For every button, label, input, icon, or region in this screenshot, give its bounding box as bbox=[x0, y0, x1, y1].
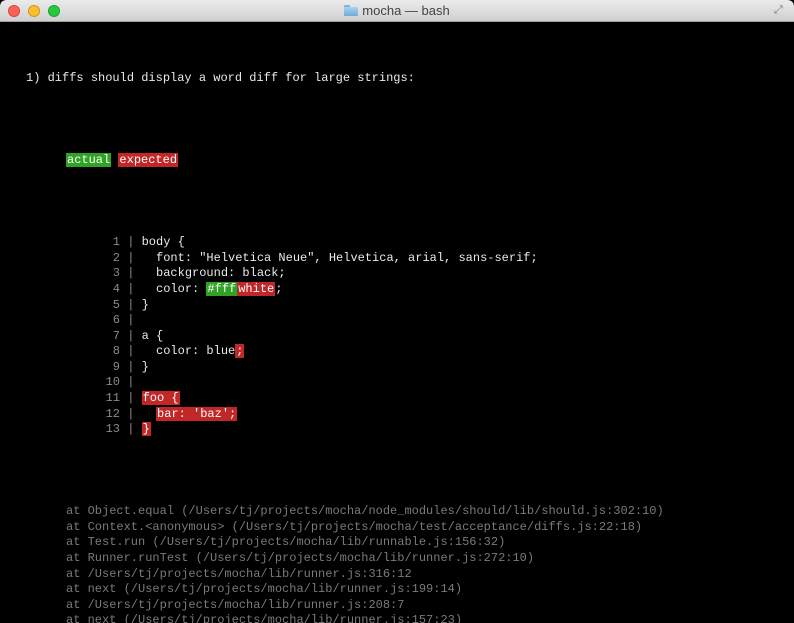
close-button[interactable] bbox=[8, 5, 20, 17]
stack-frame: at Context.<anonymous> (/Users/tj/projec… bbox=[4, 520, 790, 536]
diff-segment: ; bbox=[235, 344, 244, 358]
diff-line: 3 | background: black; bbox=[4, 266, 790, 282]
terminal-output[interactable]: 1) diffs should display a word diff for … bbox=[0, 22, 794, 623]
diff-line: 13 | } bbox=[4, 422, 790, 438]
diff-segment: ; bbox=[275, 282, 282, 296]
stack-trace: at Object.equal (/Users/tj/projects/moch… bbox=[4, 504, 790, 623]
diff-line: 1 | body { bbox=[4, 235, 790, 251]
stack-frame: at /Users/tj/projects/mocha/lib/runner.j… bbox=[4, 567, 790, 583]
diff-line: 5 | } bbox=[4, 298, 790, 314]
stack-frame: at next (/Users/tj/projects/mocha/lib/ru… bbox=[4, 582, 790, 598]
test-header: 1) diffs should display a word diff for … bbox=[4, 71, 790, 87]
diff-pipe: | bbox=[120, 282, 134, 296]
diff-segment: color: bbox=[134, 282, 206, 296]
diff-segment: } bbox=[142, 422, 151, 436]
titlebar: mocha — bash ⤢ bbox=[0, 0, 794, 22]
line-number: 13 bbox=[92, 422, 120, 438]
diff-line: 4 | color: #fffwhite; bbox=[4, 282, 790, 298]
stack-frame: at Test.run (/Users/tj/projects/mocha/li… bbox=[4, 535, 790, 551]
zoom-button[interactable] bbox=[48, 5, 60, 17]
diff-legend: actual expected bbox=[4, 153, 790, 169]
diff-segment: } bbox=[134, 298, 148, 312]
diff-segment bbox=[134, 407, 156, 421]
diff-line: 6 | bbox=[4, 313, 790, 329]
diff-segment bbox=[134, 391, 141, 405]
window-title-text: mocha — bash bbox=[362, 3, 449, 18]
stack-frame: at Object.equal (/Users/tj/projects/moch… bbox=[4, 504, 790, 520]
diff-segment: #fff bbox=[206, 282, 237, 296]
line-number: 8 bbox=[92, 344, 120, 360]
diff-pipe: | bbox=[120, 375, 134, 389]
diff-segment bbox=[134, 422, 141, 436]
diff-pipe: | bbox=[120, 407, 134, 421]
terminal-window: mocha — bash ⤢ 1) diffs should display a… bbox=[0, 0, 794, 623]
line-number: 1 bbox=[92, 235, 120, 251]
diff-pipe: | bbox=[120, 298, 134, 312]
diff-line: 2 | font: "Helvetica Neue", Helvetica, a… bbox=[4, 251, 790, 267]
diff-line: 11 | foo { bbox=[4, 391, 790, 407]
test-number: 1) bbox=[26, 71, 40, 85]
diff-line: 10 | bbox=[4, 375, 790, 391]
line-number: 9 bbox=[92, 360, 120, 376]
diff-segment: color: blue bbox=[134, 344, 235, 358]
diff-pipe: | bbox=[120, 329, 134, 343]
line-number: 6 bbox=[92, 313, 120, 329]
diff-line: 8 | color: blue; bbox=[4, 344, 790, 360]
line-number: 10 bbox=[92, 375, 120, 391]
expand-icon[interactable]: ⤢ bbox=[774, 5, 786, 17]
line-number: 12 bbox=[92, 407, 120, 423]
diff-segment: foo { bbox=[142, 391, 180, 405]
diff-block: 1 | body {2 | font: "Helvetica Neue", He… bbox=[4, 235, 790, 438]
diff-pipe: | bbox=[120, 266, 134, 280]
diff-line: 12 | bar: 'baz'; bbox=[4, 407, 790, 423]
diff-pipe: | bbox=[120, 344, 134, 358]
line-number: 4 bbox=[92, 282, 120, 298]
stack-frame: at /Users/tj/projects/mocha/lib/runner.j… bbox=[4, 598, 790, 614]
diff-pipe: | bbox=[120, 235, 134, 249]
diff-segment: font: "Helvetica Neue", Helvetica, arial… bbox=[134, 251, 537, 265]
line-number: 11 bbox=[92, 391, 120, 407]
diff-segment: } bbox=[134, 360, 148, 374]
diff-segment: body { bbox=[134, 235, 184, 249]
folder-icon bbox=[344, 5, 358, 16]
diff-pipe: | bbox=[120, 313, 134, 327]
legend-expected: expected bbox=[118, 153, 178, 167]
diff-line: 7 | a { bbox=[4, 329, 790, 345]
line-number: 3 bbox=[92, 266, 120, 282]
diff-segment: background: black; bbox=[134, 266, 285, 280]
diff-line: 9 | } bbox=[4, 360, 790, 376]
stack-frame: at Runner.runTest (/Users/tj/projects/mo… bbox=[4, 551, 790, 567]
traffic-lights bbox=[0, 5, 60, 17]
diff-segment: bar: 'baz'; bbox=[156, 407, 237, 421]
diff-segment: a { bbox=[134, 329, 163, 343]
window-title: mocha — bash bbox=[0, 3, 794, 18]
legend-actual: actual bbox=[66, 153, 111, 167]
line-number: 7 bbox=[92, 329, 120, 345]
diff-pipe: | bbox=[120, 422, 134, 436]
diff-pipe: | bbox=[120, 251, 134, 265]
line-number: 2 bbox=[92, 251, 120, 267]
line-number: 5 bbox=[92, 298, 120, 314]
test-description: diffs should display a word diff for lar… bbox=[48, 71, 415, 85]
diff-pipe: | bbox=[120, 391, 134, 405]
stack-frame: at next (/Users/tj/projects/mocha/lib/ru… bbox=[4, 613, 790, 623]
minimize-button[interactable] bbox=[28, 5, 40, 17]
diff-pipe: | bbox=[120, 360, 134, 374]
diff-segment: white bbox=[237, 282, 275, 296]
